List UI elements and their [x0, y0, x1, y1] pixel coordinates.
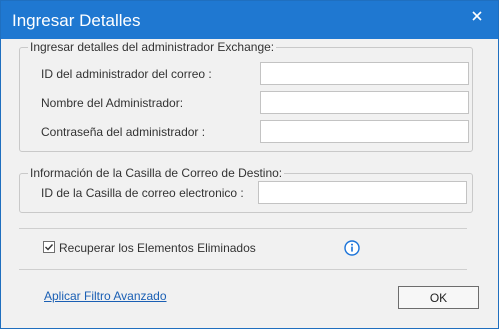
ok-button[interactable]: OK: [398, 286, 479, 309]
advanced-filter-link[interactable]: Aplicar Filtro Avanzado: [44, 289, 167, 303]
admin-email-id-label: ID del administrador del correo :: [41, 67, 212, 81]
recover-deleted-label[interactable]: Recuperar los Elementos Eliminados: [59, 241, 256, 255]
mailbox-id-input[interactable]: [258, 181, 467, 204]
dialog-title: Ingresar Detalles: [12, 11, 141, 30]
admin-password-input[interactable]: [260, 120, 469, 143]
info-icon[interactable]: [344, 240, 360, 256]
destination-mailbox-group-title: Información de la Casilla de Correo de D…: [28, 166, 285, 180]
enter-details-dialog: Ingresar Detalles Ingresar detalles del …: [0, 0, 499, 329]
close-button[interactable]: [462, 5, 492, 27]
exchange-admin-group-title: Ingresar detalles del administrador Exch…: [28, 40, 277, 54]
recover-deleted-checkbox[interactable]: [43, 241, 55, 253]
divider-top: [19, 228, 467, 229]
admin-password-label: Contraseña del administrador :: [41, 125, 206, 139]
close-icon: [472, 11, 482, 21]
divider-bottom: [19, 269, 467, 270]
admin-name-label: Nombre del Administrador:: [41, 96, 184, 110]
admin-name-input[interactable]: [260, 91, 469, 114]
checkmark-icon: [45, 244, 54, 251]
mailbox-id-label: ID de la Casilla de correo electronico :: [41, 186, 244, 200]
title-bar: Ingresar Detalles: [1, 1, 498, 39]
admin-email-id-input[interactable]: [260, 62, 469, 85]
